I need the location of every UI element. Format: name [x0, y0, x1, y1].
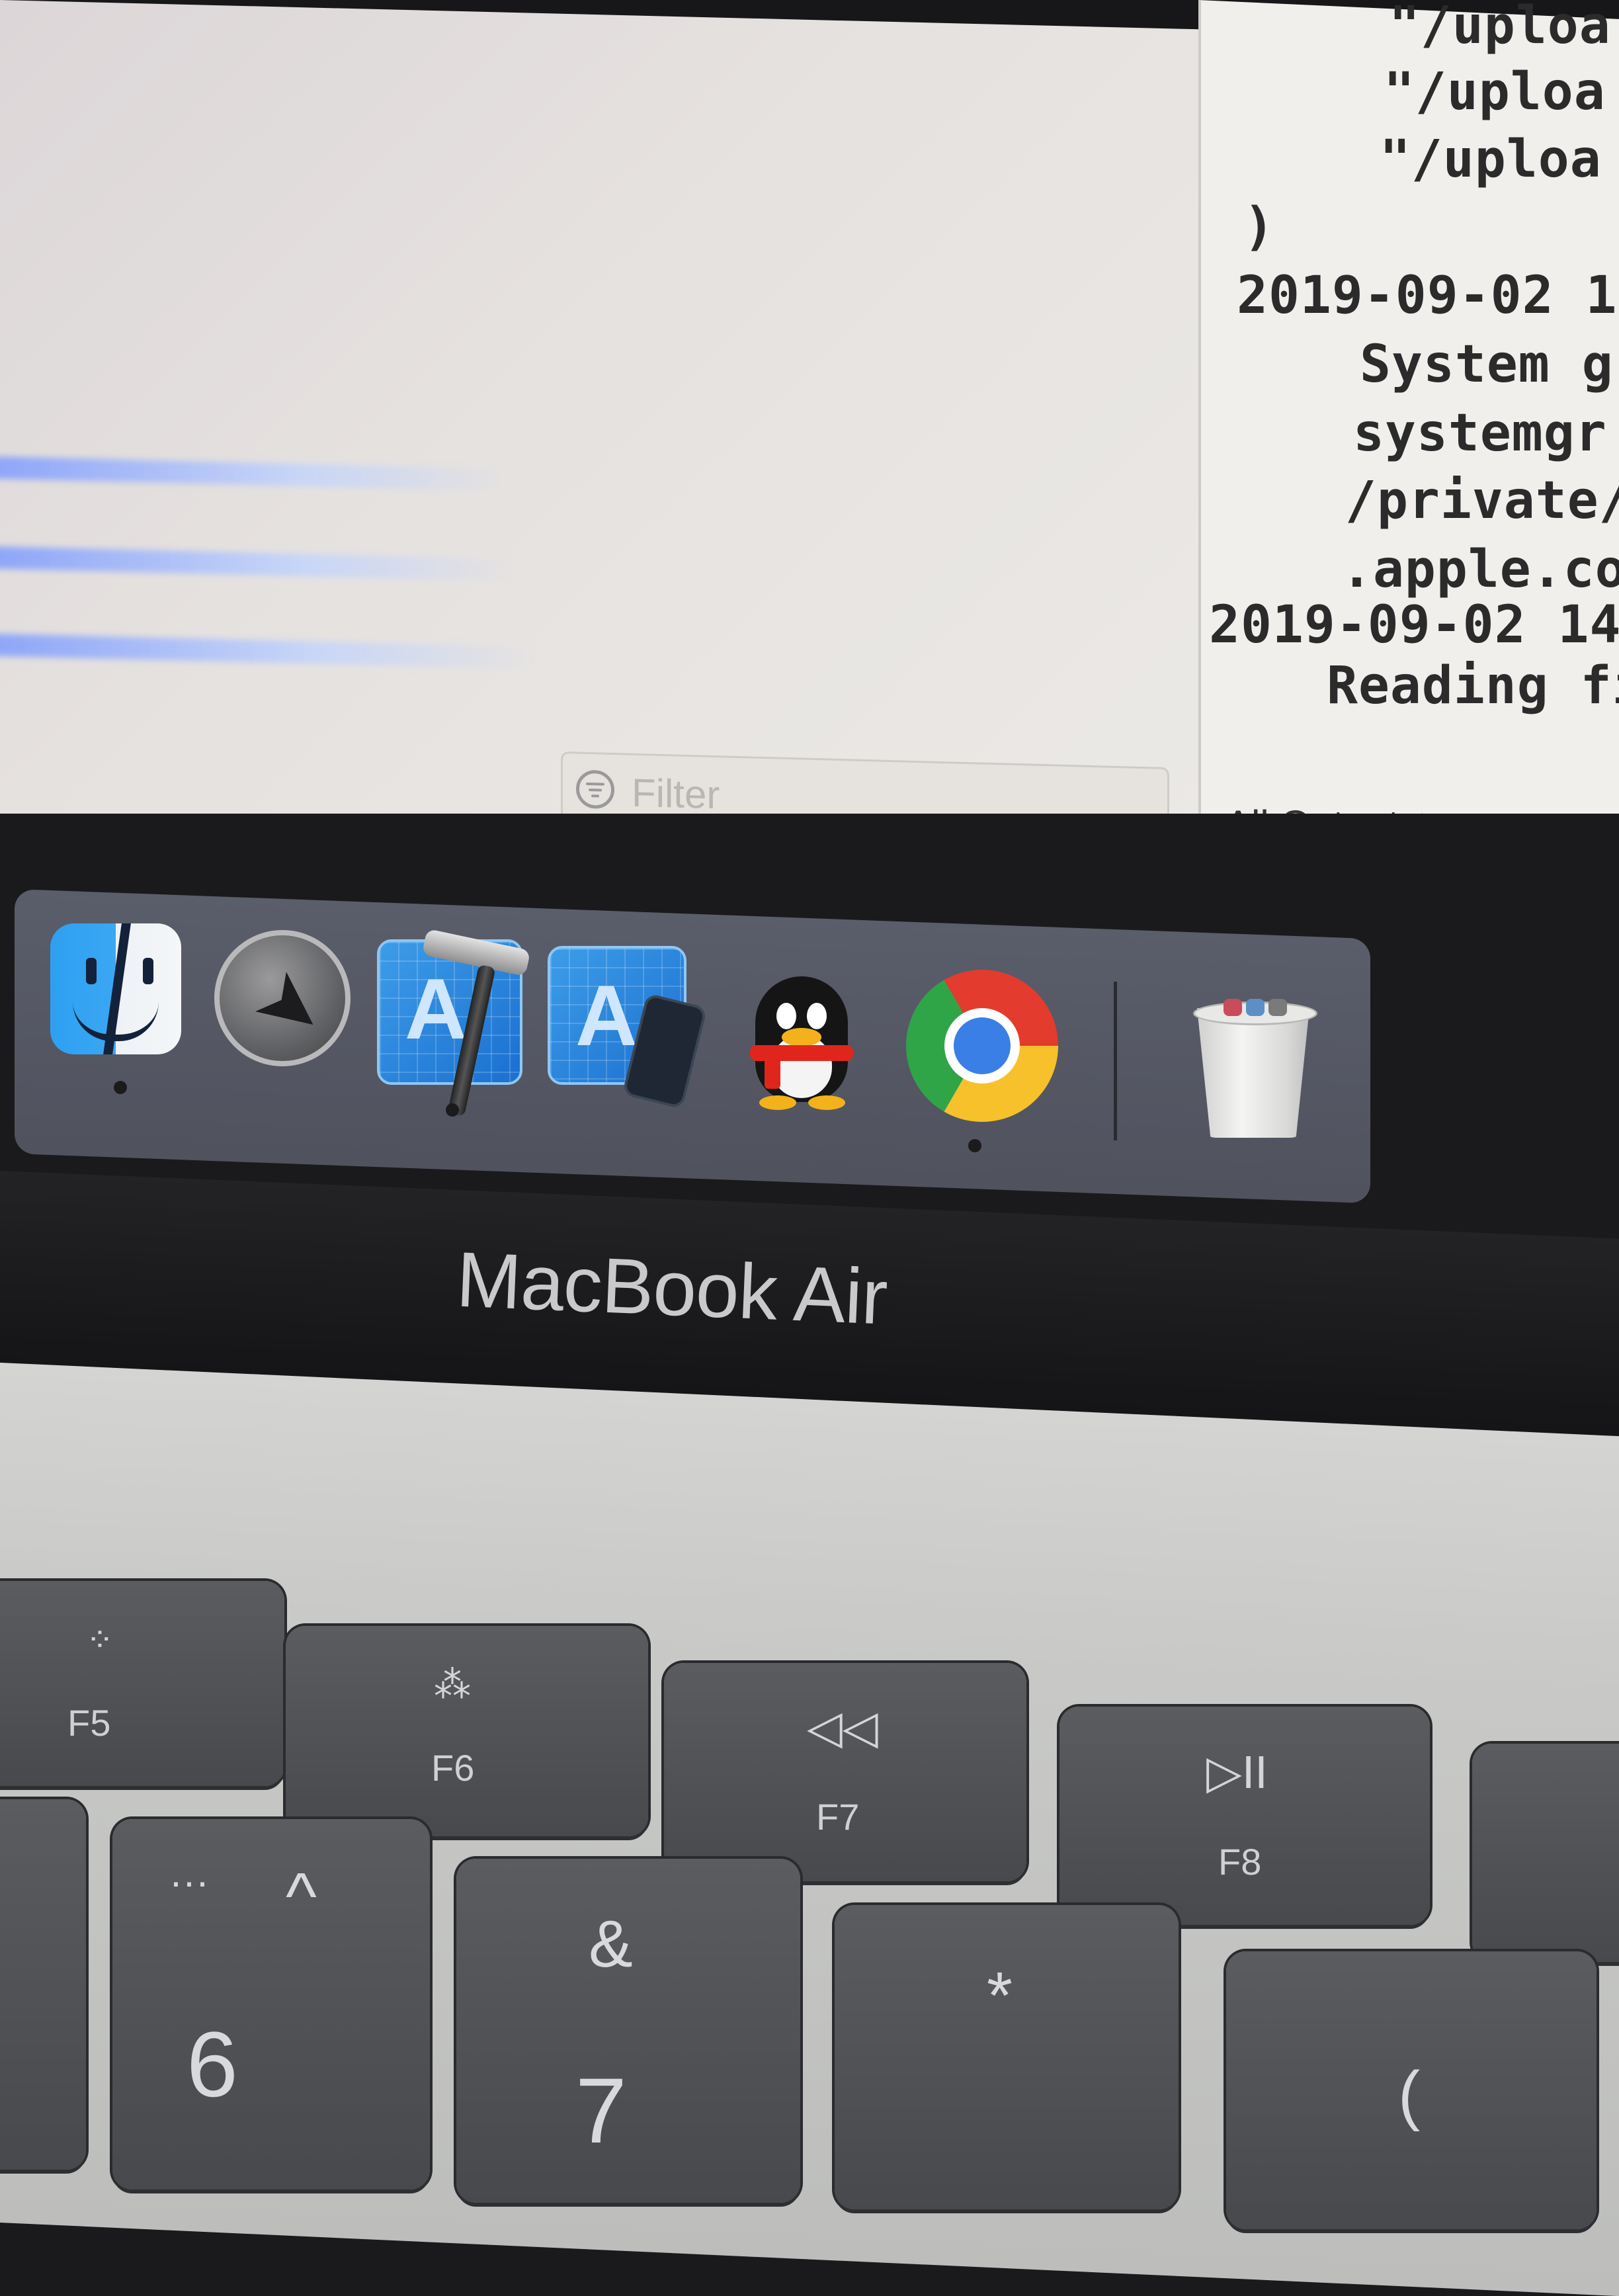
xcode-editor-pane: [0, 0, 1198, 814]
key-6-shift-label: ^: [286, 1859, 317, 1934]
key-f9[interactable]: [1472, 1744, 1619, 1962]
keyboard-brightness-down-icon: ⁘: [86, 1621, 114, 1658]
key-7[interactable]: & 7: [456, 1859, 800, 2203]
key-6-extra-mark: ···: [169, 1859, 209, 1904]
running-indicator: [968, 1139, 981, 1152]
console-line: 2019-09-02 1: [1237, 266, 1618, 325]
filter-placeholder: Filter: [632, 770, 720, 814]
play-pause-icon: ▷II: [1206, 1746, 1268, 1798]
key-f6[interactable]: ⁂ F6: [286, 1626, 648, 1836]
key-7-main-label: 7: [575, 2059, 627, 2162]
key-f5-label: F5: [67, 1702, 111, 1744]
key-9-shift-label: (: [1398, 2058, 1421, 2132]
qq-penguin-icon[interactable]: [735, 957, 868, 1115]
output-selector[interactable]: All Output ⇳: [1225, 802, 1436, 814]
console-line: ): [1243, 197, 1275, 257]
console-line: systemgr: [1353, 404, 1607, 463]
console-line: "/uploa: [1384, 62, 1606, 122]
up-down-chevron-icon: ⇳: [1408, 808, 1436, 814]
keyboard-brightness-up-icon: ⁂: [434, 1664, 471, 1705]
console-line: "/uploa: [1389, 0, 1611, 56]
console-line: 2019-09-02 14: [1209, 595, 1619, 655]
key-7-shift-label: &: [589, 1907, 633, 1981]
console-line: /private/: [1345, 471, 1619, 531]
key-f7-label: F7: [816, 1796, 860, 1838]
blurred-text-line: [0, 546, 516, 582]
key-6[interactable]: ··· ^ 6: [112, 1819, 430, 2190]
blurred-text-line: [0, 633, 536, 669]
key-8[interactable]: *: [835, 1905, 1179, 2209]
macbook-air-logo-text: MacBook Air: [454, 1236, 889, 1341]
blurred-text-line: [0, 456, 509, 491]
console-line: .apple.co: [1341, 540, 1619, 599]
filter-icon: [576, 769, 614, 810]
dock-divider: [1114, 982, 1117, 1140]
trash-icon[interactable]: [1190, 992, 1317, 1138]
key-f8[interactable]: ▷II F8: [1059, 1707, 1430, 1925]
running-indicator: [114, 1081, 127, 1094]
chrome-icon[interactable]: [906, 970, 1058, 1122]
output-selector-label: All Output: [1225, 802, 1399, 814]
key-9[interactable]: (: [1226, 1951, 1597, 2229]
console-line: Reading fi: [1327, 656, 1619, 716]
key-f7[interactable]: ◁◁ F7: [664, 1663, 1026, 1881]
console-line: "/uploa: [1380, 130, 1602, 189]
display-screen: Filter "/uploa "/uploa "/uploa ) 2019-09…: [0, 0, 1619, 814]
key-8-shift-label: *: [987, 1959, 1013, 2033]
launchpad-icon[interactable]: ➤: [214, 930, 351, 1066]
console-line: System g: [1360, 335, 1614, 394]
running-indicator: [446, 1103, 459, 1117]
key-f5[interactable]: ⁘ F5: [0, 1581, 284, 1786]
key-6-main-label: 6: [187, 2012, 238, 2116]
rewind-icon: ◁◁: [807, 1701, 878, 1753]
finder-icon[interactable]: [50, 923, 181, 1054]
key-5[interactable]: [0, 1799, 86, 2170]
key-f8-label: F8: [1218, 1841, 1262, 1883]
key-f6-label: F6: [431, 1747, 475, 1789]
